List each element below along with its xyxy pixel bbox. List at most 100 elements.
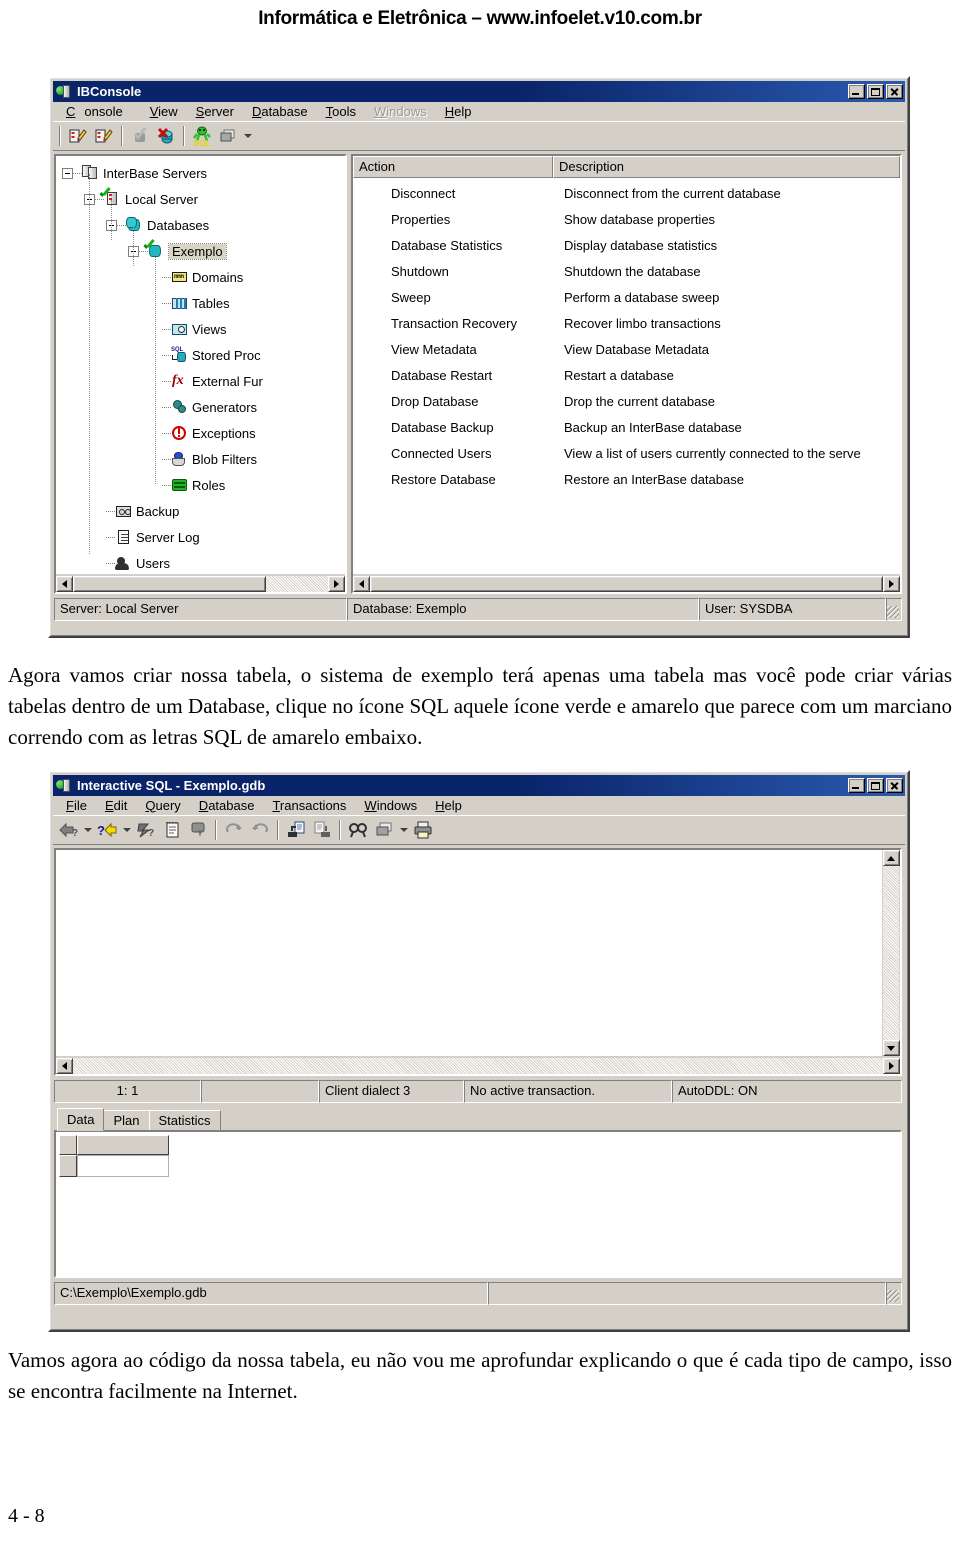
dropdown-arrow-icon[interactable] [242,125,253,147]
scroll-left-button[interactable] [353,575,370,592]
database-tree[interactable]: InterBase Servers Local Server Databases [56,156,345,574]
rollback-icon[interactable] [248,818,272,842]
table-row[interactable]: Sweep Perform a database sweep [353,284,900,310]
next-query-icon[interactable]: ? [95,818,119,842]
editor-vertical-scrollbar[interactable] [882,850,900,1056]
next-query-dropdown-icon[interactable] [121,819,132,841]
table-row[interactable]: Transaction Recovery Recover limbo transa… [353,310,900,336]
scroll-left-button[interactable] [56,575,73,592]
tree-item-interbase-servers[interactable]: InterBase Servers [62,160,207,186]
scroll-track[interactable] [73,1057,883,1074]
tree-item-blob-filters[interactable]: Blob Filters [162,446,257,472]
menu-file[interactable]: File [57,797,96,814]
tree-item-stored-procedures[interactable]: SQL Stored Proc [162,342,261,368]
tree-item-databases[interactable]: Databases [106,212,209,238]
tree-item-roles[interactable]: Roles [162,472,225,498]
grid-column-header-cell[interactable] [77,1135,169,1155]
commit-icon[interactable] [222,818,246,842]
interactive-sql-icon[interactable]: SQL [190,124,214,148]
action-list-horizontal-scrollbar[interactable] [353,574,900,592]
table-row[interactable]: Drop Database Drop the current database [353,388,900,414]
menu-edit[interactable]: Edit [96,797,136,814]
menu-windows[interactable]: Windows [355,797,426,814]
cascade-windows-icon[interactable] [372,818,396,842]
menu-view[interactable]: View [141,103,187,120]
tree-item-users[interactable]: Users [106,550,170,574]
scroll-right-button[interactable] [883,1057,900,1074]
table-row[interactable]: Restore Database Restore an InterBase dat… [353,466,900,492]
table-row[interactable]: Disconnect Disconnect from the current da… [353,180,900,206]
scroll-down-button[interactable] [882,1040,900,1056]
scroll-left-button[interactable] [56,1057,73,1074]
menu-console[interactable]: Console [57,103,141,120]
load-script-icon[interactable] [284,818,308,842]
previous-query-icon[interactable]: ? [56,818,80,842]
scroll-thumb[interactable] [73,575,266,592]
scroll-track[interactable] [883,866,899,1040]
expander-icon[interactable] [62,167,73,179]
menu-database[interactable]: Database [190,797,264,814]
sql-editor-input[interactable] [56,850,882,1056]
save-results-icon[interactable] [186,818,210,842]
maximize-button[interactable] [867,84,884,99]
minimize-button[interactable] [848,778,865,793]
table-row[interactable]: Database Statistics Display database stat… [353,232,900,258]
previous-query-dropdown-icon[interactable] [82,819,93,841]
results-grid[interactable] [54,1130,902,1278]
tree-item-exceptions[interactable]: Exceptions [162,420,256,446]
tab-plan[interactable]: Plan [103,1110,150,1131]
menu-transactions[interactable]: Transactions [263,797,355,814]
scroll-thumb[interactable] [370,575,883,592]
save-script-icon[interactable] [310,818,334,842]
tab-data[interactable]: Data [57,1108,105,1131]
connect-database-icon[interactable] [128,124,152,148]
table-row[interactable]: Properties Show database properties [353,206,900,232]
tree-item-tables[interactable]: Tables [162,290,230,316]
minimize-button[interactable] [848,84,865,99]
menu-server[interactable]: Server [187,103,243,120]
tree-item-generators[interactable]: Generators [162,394,257,420]
table-row[interactable]: View Metadata View Database Metadata [353,336,900,362]
scroll-right-button[interactable] [883,575,900,592]
editor-horizontal-scrollbar[interactable] [56,1056,900,1074]
menu-query[interactable]: Query [136,797,189,814]
execute-query-icon[interactable]: ? [134,818,158,842]
scroll-track[interactable] [266,575,328,592]
tree-item-local-server[interactable]: Local Server [84,186,198,212]
tab-statistics[interactable]: Statistics [148,1110,221,1131]
cascade-dropdown-icon[interactable] [398,819,409,841]
menu-help[interactable]: Help [426,797,471,814]
menu-help[interactable]: Help [436,103,481,120]
column-header-action[interactable]: Action [353,156,553,178]
tree-item-exemplo[interactable]: Exemplo [128,238,227,264]
table-row[interactable]: Database Restart Restart a database [353,362,900,388]
column-header-description[interactable]: Description [553,156,900,178]
grid-row-header-cell[interactable] [59,1155,77,1177]
close-button[interactable] [886,778,903,793]
disconnect-database-icon[interactable] [154,124,178,148]
query-plan-icon[interactable] [160,818,184,842]
scroll-up-button[interactable] [882,850,900,866]
tree-item-views[interactable]: Views [162,316,226,342]
scroll-right-button[interactable] [328,575,345,592]
resize-grip[interactable] [886,1282,902,1305]
tree-item-server-log[interactable]: Server Log [106,524,200,550]
tree-item-domains[interactable]: nnn Domains [162,264,243,290]
maximize-button[interactable] [867,778,884,793]
table-row[interactable]: Database Backup Backup an InterBase datab… [353,414,900,440]
tree-horizontal-scrollbar[interactable] [56,574,345,592]
table-row[interactable]: Connected Users View a list of users curr… [353,440,900,466]
menu-database[interactable]: Database [243,103,317,120]
menu-tools[interactable]: Tools [317,103,365,120]
close-button[interactable] [886,84,903,99]
table-row[interactable]: Shutdown Shutdown the database [353,258,900,284]
find-icon[interactable] [346,818,370,842]
resize-grip[interactable] [886,598,902,621]
tree-item-external-functions[interactable]: fx External Fur [162,368,263,394]
grid-data-cell[interactable] [77,1155,169,1177]
register-database-icon[interactable] [66,124,90,148]
cascade-windows-icon[interactable] [216,124,240,148]
unregister-database-icon[interactable] [92,124,116,148]
print-icon[interactable] [411,818,435,842]
tree-item-backup[interactable]: Backup [106,498,179,524]
